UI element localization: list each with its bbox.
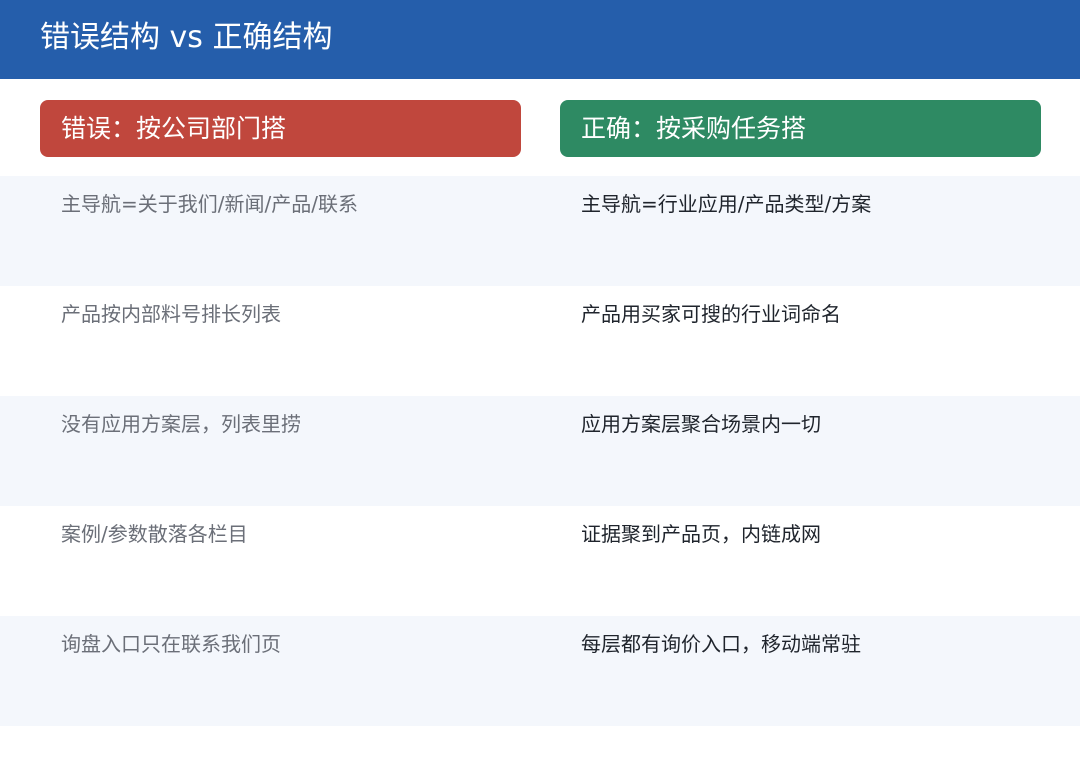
right-cell: 产品用买家可搜的行业词命名 xyxy=(581,302,841,326)
page-header: 错误结构 vs 正确结构 xyxy=(0,0,1080,79)
right-cell: 应用方案层聚合场景内一切 xyxy=(581,412,821,436)
wrong-cell: 案例/参数散落各栏目 xyxy=(61,522,248,546)
table-row: 案例/参数散落各栏目 证据聚到产品页，内链成网 xyxy=(0,506,1080,616)
right-column-header: 正确：按采购任务搭 xyxy=(560,100,1041,157)
table-row: 产品按内部料号排长列表 产品用买家可搜的行业词命名 xyxy=(0,286,1080,396)
right-cell: 每层都有询价入口，移动端常驻 xyxy=(581,632,861,656)
table-row: 询盘入口只在联系我们页 每层都有询价入口，移动端常驻 xyxy=(0,616,1080,726)
table-row: 主导航=关于我们/新闻/产品/联系 主导航=行业应用/产品类型/方案 xyxy=(0,176,1080,286)
wrong-cell: 没有应用方案层，列表里捞 xyxy=(61,412,301,436)
wrong-cell: 询盘入口只在联系我们页 xyxy=(61,632,281,656)
right-cell: 主导航=行业应用/产品类型/方案 xyxy=(581,192,872,216)
comparison-table: 主导航=关于我们/新闻/产品/联系 主导航=行业应用/产品类型/方案 产品按内部… xyxy=(0,176,1080,726)
wrong-cell: 主导航=关于我们/新闻/产品/联系 xyxy=(61,192,358,216)
page-title: 错误结构 vs 正确结构 xyxy=(40,20,333,55)
wrong-column-header: 错误：按公司部门搭 xyxy=(40,100,521,157)
wrong-cell: 产品按内部料号排长列表 xyxy=(61,302,281,326)
table-row: 没有应用方案层，列表里捞 应用方案层聚合场景内一切 xyxy=(0,396,1080,506)
right-cell: 证据聚到产品页，内链成网 xyxy=(581,522,821,546)
